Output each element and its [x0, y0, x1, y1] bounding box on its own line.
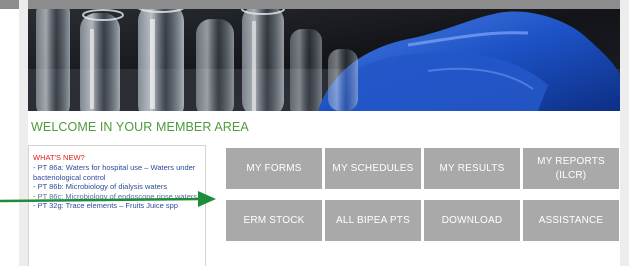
- page-margin-right: [620, 0, 629, 266]
- my-schedules-button[interactable]: MY SCHEDULES: [325, 148, 421, 189]
- my-results-button[interactable]: MY RESULTS: [424, 148, 520, 189]
- arrow-right-icon: [0, 191, 216, 207]
- news-item-pt86a[interactable]: - PT 86a: Waters for hospital use – Wate…: [33, 163, 201, 182]
- lab-glassware-image: [28, 9, 620, 111]
- erm-stock-label: ERM STOCK: [243, 214, 305, 226]
- assistance-label: ASSISTANCE: [538, 214, 604, 226]
- erm-stock-button[interactable]: ERM STOCK: [226, 200, 322, 241]
- my-reports-label: MY REPORTS (ILCR): [537, 155, 605, 181]
- top-bar: [0, 0, 629, 9]
- my-forms-button[interactable]: MY FORMS: [226, 148, 322, 189]
- all-bipea-pts-label: ALL BIPEA PTS: [336, 214, 410, 226]
- hero-banner-image: [28, 9, 620, 111]
- all-bipea-pts-button[interactable]: ALL BIPEA PTS: [325, 200, 421, 241]
- welcome-title: WELCOME IN YOUR MEMBER AREA: [31, 120, 249, 134]
- member-menu-grid: MY FORMS MY SCHEDULES MY RESULTS MY REPO…: [226, 148, 619, 242]
- my-schedules-label: MY SCHEDULES: [332, 162, 414, 174]
- my-results-label: MY RESULTS: [439, 162, 505, 174]
- page-margin-left: [19, 0, 28, 266]
- download-button[interactable]: DOWNLOAD: [424, 200, 520, 241]
- my-forms-label: MY FORMS: [246, 162, 302, 174]
- my-reports-button[interactable]: MY REPORTS (ILCR): [523, 148, 619, 189]
- whats-new-heading: WHAT'S NEW?: [33, 153, 85, 162]
- assistance-button[interactable]: ASSISTANCE: [523, 200, 619, 241]
- download-label: DOWNLOAD: [441, 214, 503, 226]
